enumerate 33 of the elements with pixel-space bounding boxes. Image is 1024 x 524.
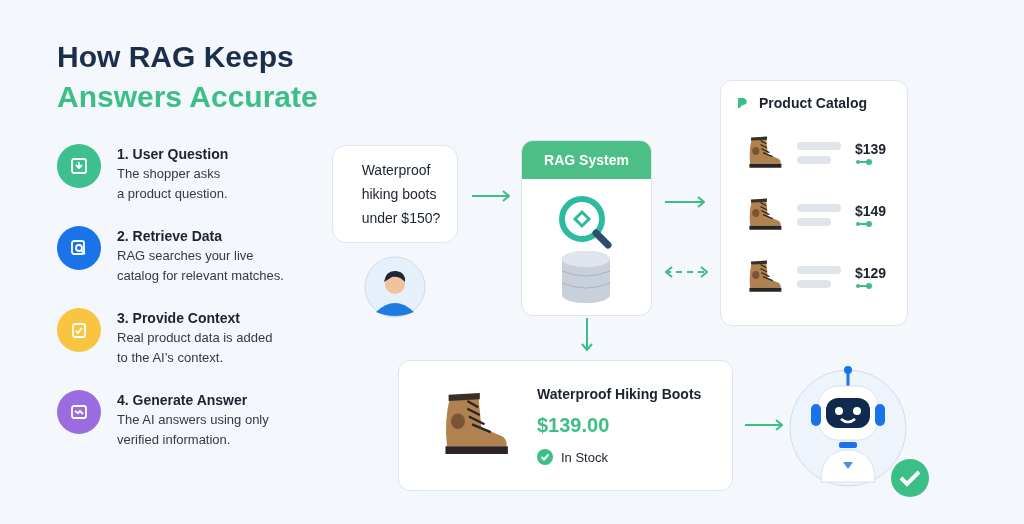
catalog-price: $149 [855, 203, 887, 219]
question-bubble: Waterproof hiking boots under $150? [332, 145, 458, 243]
arrow-icon [745, 419, 783, 431]
avatar-icon [364, 256, 426, 318]
link-icon [855, 283, 873, 289]
arrow-icon [581, 318, 593, 351]
headline-accent: Answers Accurate [57, 79, 319, 115]
catalog-title: Product Catalog [759, 95, 868, 111]
product-name: Waterproof Hiking Boots [537, 386, 702, 402]
rag-system-title: RAG System [522, 141, 651, 179]
catalog-price: $129 [855, 265, 887, 281]
placeholder-lines [797, 266, 841, 288]
step-heading: 2. Retrieve Data [117, 228, 224, 244]
stock-status: In Stock [561, 449, 608, 465]
arrow-icon [665, 196, 705, 208]
placeholder-lines [797, 204, 841, 226]
arrow-icon [472, 190, 510, 202]
step-description: RAG searches your live catalog for relevant matches. [117, 247, 284, 285]
link-icon [855, 221, 873, 227]
step-heading: 3. Provide Context [117, 310, 241, 326]
headline: How RAG Keeps [57, 39, 295, 75]
step-description: Real product data is added to the AI’s context. [117, 329, 273, 367]
step-description: The AI answers using only verified information. [117, 411, 269, 449]
check-icon [537, 449, 553, 465]
catalog-icon [737, 97, 749, 109]
step-heading: 4. Generate Answer [117, 392, 249, 408]
catalog-price: $139 [855, 141, 887, 157]
step-heading: 1. User Question [117, 146, 229, 162]
placeholder-lines [797, 142, 841, 164]
product-price: $139.00 [537, 414, 611, 437]
link-icon [855, 159, 873, 165]
step-description: The shopper asks a product question. [117, 165, 229, 203]
bidirectional-arrow-icon [665, 266, 708, 278]
